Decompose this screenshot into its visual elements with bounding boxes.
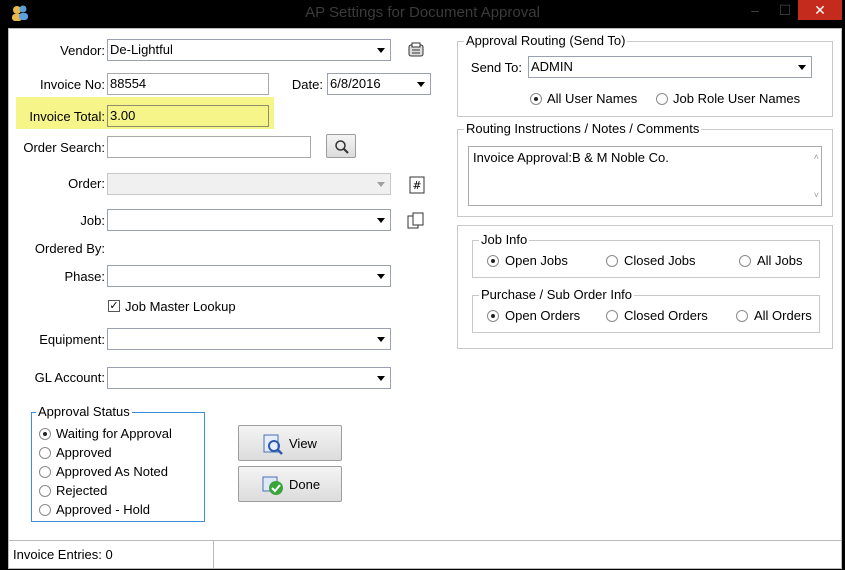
status-separator (213, 541, 214, 569)
done-button-label: Done (289, 477, 321, 492)
approval-option-label: Approved (56, 445, 112, 460)
all-orders-label: All Orders (754, 308, 812, 323)
order-label: Order: (68, 176, 105, 191)
job-role-user-names-label: Job Role User Names (673, 91, 801, 106)
routing-instructions-title: Routing Instructions / Notes / Comments (464, 121, 702, 136)
closed-jobs-radio[interactable] (606, 255, 618, 267)
send-to-value: ADMIN (531, 59, 573, 74)
closed-orders-radio[interactable] (606, 310, 618, 322)
invoice-no-label: Invoice No: (39, 77, 105, 92)
all-jobs-label: All Jobs (757, 253, 803, 268)
routing-instructions-textarea[interactable]: Invoice Approval:B & M Noble Co. ˄ ˅ (468, 146, 822, 206)
approval-routing-title: Approval Routing (Send To) (464, 33, 628, 48)
dialog-client-area: Vendor: De-Lightful Invoice No: 88554 Da… (8, 28, 842, 569)
view-button[interactable]: View (238, 425, 342, 461)
date-picker[interactable]: 6/8/2016 (327, 73, 431, 95)
order-info-group: Purchase / Sub Order Info Open Orders Cl… (472, 287, 820, 333)
order-search-label: Order Search: (23, 140, 105, 155)
approval-radio-approved-as-noted[interactable] (39, 466, 51, 478)
ordered-by-label: Ordered By: (34, 241, 105, 256)
invoice-entries-status: Invoice Entries: 0 (13, 547, 113, 562)
date-label: Date: (291, 77, 323, 92)
all-user-names-radio[interactable] (530, 93, 542, 105)
send-to-label: Send To: (470, 60, 522, 75)
order-search-input[interactable] (107, 136, 311, 158)
send-to-combo[interactable]: ADMIN (528, 56, 812, 78)
svg-text:#: # (412, 179, 421, 192)
job-role-user-names-radio[interactable] (656, 93, 668, 105)
done-button[interactable]: Done (238, 466, 342, 502)
approval-routing-group: Approval Routing (Send To) Send To: ADMI… (457, 33, 833, 117)
window-title: AP Settings for Document Approval (305, 4, 540, 21)
order-info-title: Purchase / Sub Order Info (479, 287, 635, 302)
status-bar: Invoice Entries: 0 (9, 540, 841, 569)
order-number-icon[interactable]: # (409, 176, 425, 194)
view-button-label: View (289, 436, 317, 451)
approval-status-title: Approval Status (36, 404, 132, 419)
chevron-down-icon (377, 218, 385, 223)
chevron-down-icon (798, 65, 806, 70)
search-icon (335, 140, 349, 154)
open-orders-radio[interactable] (487, 310, 499, 322)
chevron-down-icon (377, 182, 385, 187)
approval-option-label: Rejected (56, 483, 108, 498)
chevron-down-icon (377, 48, 385, 53)
date-value: 6/8/2016 (330, 76, 381, 91)
maximize-button[interactable]: ☐ (772, 0, 798, 20)
gl-account-label: GL Account: (34, 370, 105, 385)
vendor-lookup-icon[interactable] (407, 41, 425, 59)
scroll-down-icon[interactable]: ˅ (814, 187, 819, 203)
job-combo[interactable] (107, 209, 391, 231)
job-copy-icon[interactable] (407, 212, 425, 230)
approval-option-label: Waiting for Approval (56, 426, 172, 441)
closed-orders-label: Closed Orders (624, 308, 708, 323)
chevron-down-icon (377, 376, 385, 381)
equipment-combo[interactable] (107, 328, 391, 350)
approval-radio-waiting[interactable] (39, 428, 51, 440)
vendor-label: Vendor: (60, 43, 105, 58)
phase-combo[interactable] (107, 265, 391, 287)
all-orders-radio[interactable] (736, 310, 748, 322)
job-info-group: Job Info Open Jobs Closed Jobs All Jobs (472, 232, 820, 278)
vendor-value: De-Lightful (110, 42, 173, 57)
job-label: Job: (80, 213, 105, 228)
job-master-lookup-checkbox[interactable]: ✓ (108, 300, 120, 312)
routing-instructions-group: Routing Instructions / Notes / Comments … (457, 121, 833, 217)
chevron-down-icon (377, 337, 385, 342)
approval-radio-rejected[interactable] (39, 485, 51, 497)
approval-radio-approved[interactable] (39, 447, 51, 459)
routing-instructions-text: Invoice Approval:B & M Noble Co. (473, 150, 669, 165)
close-button[interactable]: ✕ (798, 0, 842, 20)
all-jobs-radio[interactable] (739, 255, 751, 267)
job-master-lookup-label: Job Master Lookup (125, 299, 236, 314)
filter-options-frame: Job Info Open Jobs Closed Jobs All Jobs … (457, 225, 833, 349)
phase-label: Phase: (64, 269, 105, 284)
title-bar: AP Settings for Document Approval – ☐ ✕ (0, 0, 845, 28)
view-document-icon (263, 434, 283, 455)
approval-status-group: Approval Status Waiting for Approval App… (31, 404, 205, 522)
order-search-button[interactable] (326, 134, 356, 158)
approval-radio-approved-hold[interactable] (39, 504, 51, 516)
minimize-button[interactable]: – (742, 0, 768, 20)
closed-jobs-label: Closed Jobs (624, 253, 696, 268)
approval-option-label: Approved - Hold (56, 502, 150, 517)
vendor-combo[interactable]: De-Lightful (107, 39, 391, 61)
open-orders-label: Open Orders (505, 308, 581, 323)
invoice-total-label: Invoice Total: (29, 109, 105, 124)
open-jobs-radio[interactable] (487, 255, 499, 267)
open-jobs-label: Open Jobs (505, 253, 568, 268)
invoice-no-input[interactable]: 88554 (107, 73, 269, 95)
order-combo[interactable] (107, 173, 391, 195)
app-users-icon (12, 5, 28, 21)
invoice-total-input[interactable]: 3.00 (107, 105, 269, 127)
equipment-label: Equipment: (39, 332, 105, 347)
chevron-down-icon (377, 274, 385, 279)
approval-option-label: Approved As Noted (56, 464, 169, 479)
scroll-up-icon[interactable]: ˄ (814, 149, 819, 165)
job-info-title: Job Info (479, 232, 530, 247)
chevron-down-icon (417, 82, 425, 87)
all-user-names-label: All User Names (547, 91, 638, 106)
done-check-icon (262, 476, 283, 495)
gl-account-combo[interactable] (107, 367, 391, 389)
